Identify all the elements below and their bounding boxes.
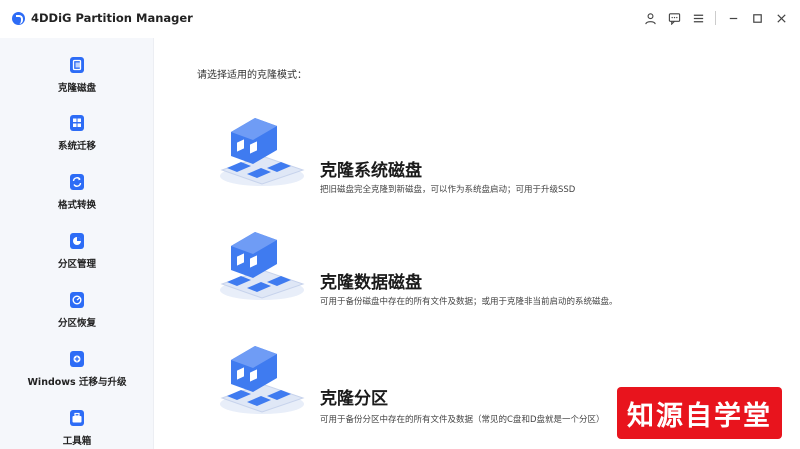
clone-disk-icon <box>70 57 84 73</box>
sidebar-item-toolbox[interactable]: 工具箱 <box>0 403 154 449</box>
sidebar-item-partition-recover[interactable]: 分区恢复 <box>0 285 154 333</box>
sidebar-item-label: 系统迁移 <box>57 141 96 152</box>
title-bar: 4DDiG Partition Manager <box>0 0 800 38</box>
sidebar-item-windows-upgrade[interactable]: Windows 迁移与升级 <box>0 344 154 392</box>
format-convert-icon <box>70 174 84 190</box>
account-icon[interactable] <box>641 9 659 27</box>
system-migrate-icon <box>70 115 84 131</box>
sidebar-item-format-convert[interactable]: 格式转换 <box>0 167 154 215</box>
windows-upgrade-icon <box>70 351 84 367</box>
sidebar-item-label: 工具箱 <box>62 436 92 447</box>
feedback-icon[interactable] <box>665 9 683 27</box>
clone-mode-prompt: 请选择适用的克隆模式： <box>197 70 307 81</box>
option-title: 克隆分区 <box>320 389 388 409</box>
sidebar-item-system-migrate[interactable]: 系统迁移 <box>0 108 154 156</box>
clone-data-disk-illustration-icon <box>220 232 305 300</box>
option-clone-system-disk[interactable]: 克隆系统磁盘 把旧磁盘完全克隆到新磁盘，可以作为系统盘启动；可用于升级SSD <box>217 106 777 196</box>
sidebar-item-partition-manage[interactable]: 分区管理 <box>0 226 154 274</box>
maximize-icon[interactable] <box>748 9 766 27</box>
toolbox-icon <box>70 410 84 426</box>
close-icon[interactable] <box>772 9 790 27</box>
app-title: 4DDiG Partition Manager <box>31 11 193 25</box>
option-description: 把旧磁盘完全克隆到新磁盘，可以作为系统盘启动；可用于升级SSD <box>320 185 576 195</box>
sidebar-item-clone-disk[interactable]: 克隆磁盘 <box>0 50 154 98</box>
option-clone-data-disk[interactable]: 克隆数据磁盘 可用于备份磁盘中存在的所有文件及数据；或用于克隆非当前启动的系统磁… <box>217 220 777 310</box>
option-description: 可用于备份分区中存在的所有文件及数据（常见的C盘和D盘就是一个分区） <box>320 415 605 425</box>
option-description: 可用于备份磁盘中存在的所有文件及数据；或用于克隆非当前启动的系统磁盘。 <box>320 297 618 307</box>
sidebar-item-label: 分区管理 <box>57 259 96 270</box>
sidebar-item-label: 分区恢复 <box>57 318 96 329</box>
watermark-badge: 知源自学堂 <box>617 387 782 439</box>
app-logo-icon <box>12 12 25 25</box>
window-controls <box>641 9 790 27</box>
controls-divider <box>715 11 716 25</box>
option-title: 克隆系统磁盘 <box>320 161 422 181</box>
minimize-icon[interactable] <box>724 9 742 27</box>
watermark-text: 知源自学堂 <box>627 400 772 432</box>
partition-recover-icon <box>70 292 84 308</box>
option-title: 克隆数据磁盘 <box>320 273 422 293</box>
clone-system-disk-illustration-icon <box>220 118 305 186</box>
partition-manage-icon <box>70 233 84 249</box>
sidebar-item-label: 克隆磁盘 <box>57 83 96 94</box>
sidebar-item-label: Windows 迁移与升级 <box>27 377 127 388</box>
sidebar: 克隆磁盘 系统迁移 格式转换 分区管理 分区恢复 Windows 迁移与升级 工… <box>0 38 154 449</box>
menu-icon[interactable] <box>689 9 707 27</box>
sidebar-item-label: 格式转换 <box>57 200 96 211</box>
clone-partition-illustration-icon <box>220 346 305 414</box>
